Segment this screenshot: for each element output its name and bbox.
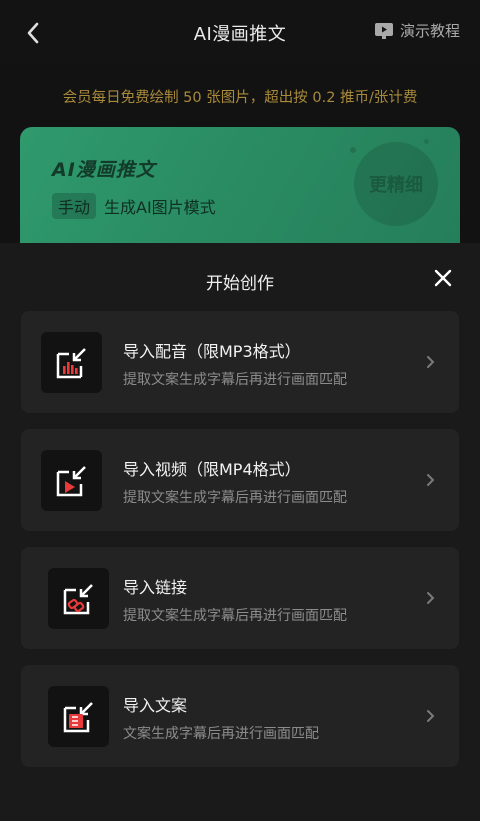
option-label: 导入文案: [123, 696, 188, 715]
chevron-right-icon: [427, 474, 435, 486]
quality-badge: 更精细: [354, 142, 438, 226]
top-nav-bar: AI漫画推文 演示教程: [0, 0, 480, 64]
tutorial-label: 演示教程: [399, 22, 460, 40]
member-quota-note: 会员每日免费绘制 50 张图片，超出按 0.2 推币/张计费: [62, 90, 418, 106]
close-button[interactable]: [430, 265, 456, 291]
banner-subtitle: 手动 生成AI图片模式: [52, 193, 216, 219]
import-link-option[interactable]: 导入链接 提取文案生成字幕后再进行画面匹配: [21, 547, 459, 649]
import-text-icon: [48, 686, 109, 747]
import-audio-icon: [41, 332, 102, 393]
mode-description: 生成AI图片模式: [104, 198, 216, 217]
option-label: 导入配音（限MP3格式）: [123, 342, 301, 361]
chevron-right-icon: [427, 710, 435, 722]
create-bottom-sheet: 开始创作 导入配音（限MP3格式） 提取文案生成字幕后再进行画面匹配 导入视频（…: [0, 243, 480, 821]
import-text-option[interactable]: 导入文案 文案生成字幕后再进行画面匹配: [21, 665, 459, 767]
tutorial-button[interactable]: 演示教程: [374, 20, 460, 41]
close-icon: [434, 269, 452, 287]
option-description: 提取文案生成字幕后再进行画面匹配: [123, 608, 347, 624]
option-description: 文案生成字幕后再进行画面匹配: [123, 726, 319, 742]
import-video-icon: [41, 450, 102, 511]
chevron-right-icon: [427, 356, 435, 368]
option-label: 导入视频（限MP4格式）: [123, 460, 301, 479]
banner-title: AI漫画推文: [52, 159, 156, 181]
option-description: 提取文案生成字幕后再进行画面匹配: [123, 372, 347, 388]
decor-dot: [424, 139, 429, 144]
import-video-option[interactable]: 导入视频（限MP4格式） 提取文案生成字幕后再进行画面匹配: [21, 429, 459, 531]
import-link-icon: [48, 568, 109, 629]
import-audio-option[interactable]: 导入配音（限MP3格式） 提取文案生成字幕后再进行画面匹配: [21, 311, 459, 413]
sheet-title: 开始创作: [206, 274, 274, 294]
mode-banner[interactable]: AI漫画推文 手动 生成AI图片模式 更精细: [20, 127, 460, 257]
play-screen-icon: [374, 22, 394, 40]
option-label: 导入链接: [123, 578, 188, 597]
decor-dot: [350, 147, 356, 153]
mode-tag: 手动: [52, 193, 97, 219]
chevron-right-icon: [427, 592, 435, 604]
option-description: 提取文案生成字幕后再进行画面匹配: [123, 490, 347, 506]
